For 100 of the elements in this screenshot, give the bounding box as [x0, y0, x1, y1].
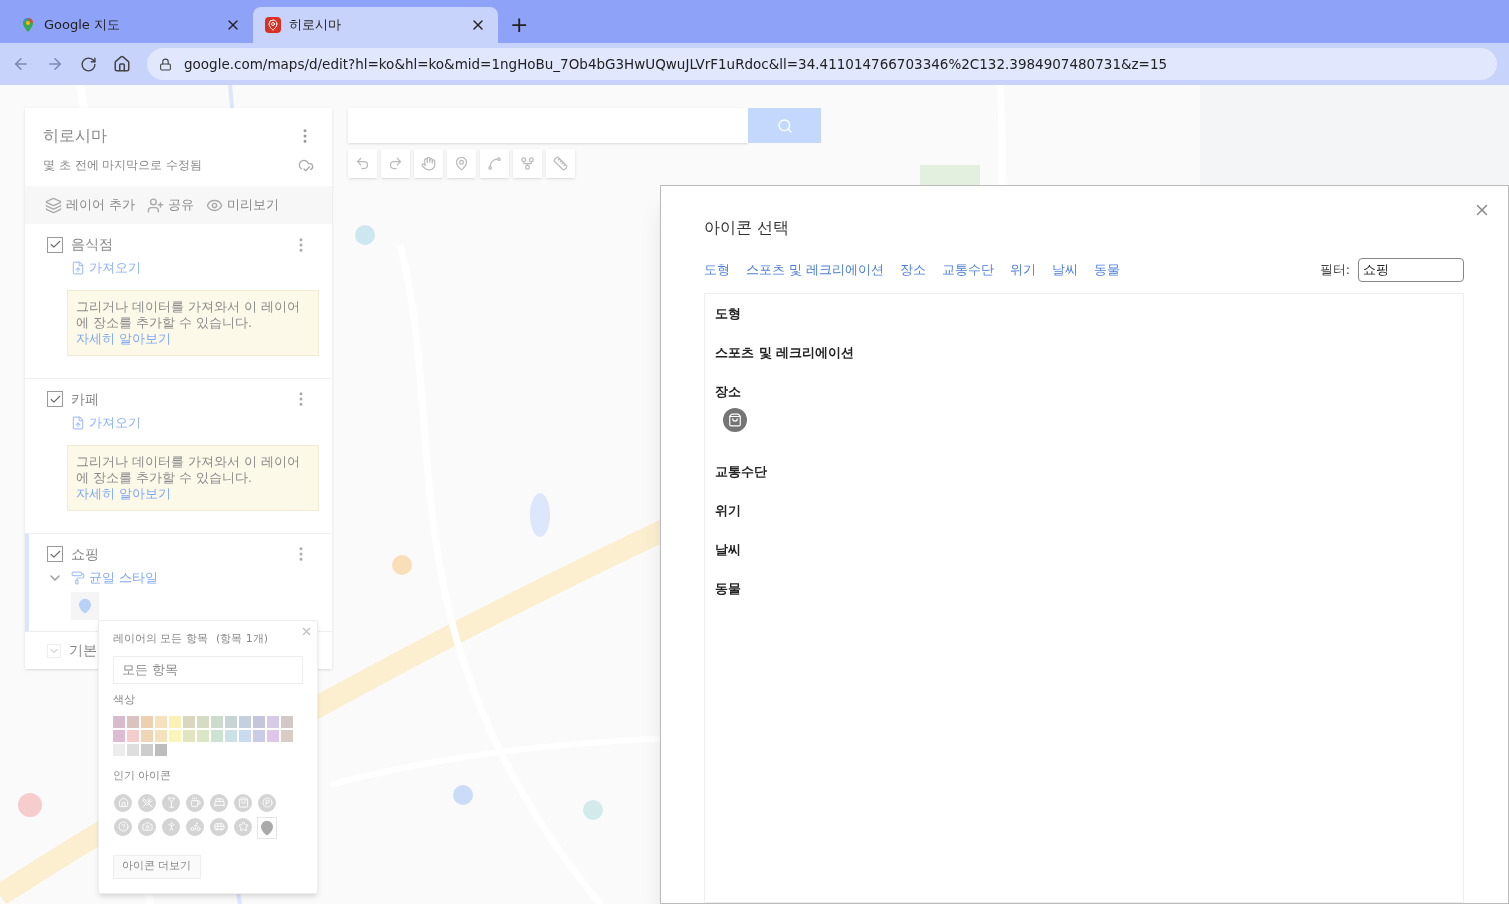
pin-icon[interactable] [257, 816, 277, 839]
cloud-check-icon [298, 157, 314, 173]
color-swatch[interactable] [239, 730, 251, 742]
fork-knife-icon[interactable] [138, 793, 156, 812]
bed-icon[interactable] [210, 793, 228, 812]
home-icon[interactable] [113, 55, 131, 73]
reload-icon[interactable] [80, 55, 97, 73]
color-swatch[interactable] [141, 716, 153, 728]
bike-icon[interactable] [186, 817, 204, 836]
last-edited-text: 몇 초 전에 마지막으로 수정됨 [43, 157, 203, 174]
search-icon [776, 117, 793, 134]
color-swatch[interactable] [253, 716, 265, 728]
browser-tab[interactable]: Google 지도 [8, 7, 253, 43]
color-swatch[interactable] [127, 716, 139, 728]
category-link[interactable]: 날씨 [1051, 260, 1078, 280]
color-swatch[interactable] [155, 744, 167, 756]
color-swatch[interactable] [113, 730, 125, 742]
icons-label: 인기 아이콘 [113, 768, 173, 784]
learn-more-link[interactable]: 자세히 알아보기 [76, 485, 171, 501]
color-swatch[interactable] [267, 730, 279, 742]
checkbox[interactable] [47, 236, 63, 253]
base-layer-name[interactable]: 기본 [69, 640, 97, 662]
section-heading: 위기 [715, 501, 742, 520]
color-swatch[interactable] [141, 730, 153, 742]
camera-icon[interactable] [138, 817, 156, 836]
color-swatch[interactable] [127, 744, 139, 756]
color-swatch[interactable] [225, 730, 237, 742]
parking-icon[interactable] [258, 793, 276, 812]
category-link[interactable]: 도형 [704, 260, 730, 280]
back-icon[interactable] [12, 55, 30, 73]
add-person-icon [147, 196, 164, 214]
map-search-field[interactable] [348, 108, 748, 143]
forward-icon[interactable] [46, 55, 64, 73]
color-swatch[interactable] [155, 716, 167, 728]
question-icon[interactable] [114, 817, 132, 836]
category-link[interactable]: 장소 [899, 260, 926, 280]
layer-name[interactable]: 카페 [71, 388, 284, 410]
search-button[interactable] [748, 108, 821, 143]
color-swatch[interactable] [225, 716, 237, 728]
action-button[interactable]: 공유 [147, 195, 194, 215]
tab-title: 히로시마 [289, 16, 342, 35]
ruler-icon[interactable] [546, 149, 575, 178]
color-swatch[interactable] [169, 730, 181, 742]
layer-name[interactable]: 쇼핑 [71, 543, 284, 565]
filter-field[interactable]: 쇼핑 [1358, 258, 1464, 282]
color-swatch[interactable] [239, 716, 251, 728]
action-button[interactable]: 레이어 추가 [45, 195, 135, 215]
color-swatch[interactable] [141, 744, 153, 756]
color-swatch[interactable] [183, 716, 195, 728]
category-link[interactable]: 동물 [1093, 260, 1120, 280]
category-link[interactable]: 위기 [1009, 260, 1036, 280]
browser-tab[interactable]: 히로시마 [253, 7, 498, 43]
import-link[interactable]: 가져오기 [71, 413, 141, 433]
color-swatch[interactable] [113, 716, 125, 728]
checkbox[interactable] [47, 391, 63, 408]
color-swatch[interactable] [155, 730, 167, 742]
section-heading: 장소 [715, 383, 742, 401]
map-pin-icon [265, 17, 281, 33]
learn-more-link[interactable]: 자세히 알아보기 [76, 330, 171, 346]
house-icon[interactable] [114, 793, 132, 812]
color-swatch[interactable] [253, 730, 265, 742]
hint-text: 그리거나 데이터를 가져와서 이 레이어에 장소를 추가할 수 있습니다. 자세히 알아보기 [76, 298, 301, 347]
color-swatch[interactable] [169, 716, 181, 728]
pin-icon[interactable] [71, 592, 99, 621]
cup-icon[interactable] [186, 793, 204, 812]
url-field[interactable]: google.com/maps/d/edit?hl=ko&hl=ko&mid=1ngHoBu_7Ob4bG3HwUQwuJLVrF1uRdoc&ll=34.411014766703346%2C132.3984907480731&z=15 [147, 48, 1497, 80]
color-swatch[interactable] [281, 716, 293, 728]
label-field[interactable]: 모든 항목 [113, 655, 303, 684]
paint-roller-icon [71, 570, 85, 585]
dropdown-icon[interactable] [47, 643, 61, 658]
checkbox[interactable] [47, 546, 63, 562]
color-swatch[interactable] [267, 716, 279, 728]
category-link[interactable]: 스포츠 및 레크리에이션 [746, 260, 884, 280]
hand-icon[interactable] [414, 149, 443, 178]
action-button[interactable]: 미리보기 [206, 195, 279, 215]
color-swatch[interactable] [127, 730, 139, 742]
undo-icon[interactable] [348, 149, 377, 178]
map-logo-icon [20, 17, 36, 33]
route-icon[interactable] [513, 149, 542, 178]
color-swatch[interactable] [211, 716, 223, 728]
layer-name[interactable]: 음식점 [71, 234, 284, 255]
marker-icon[interactable] [447, 149, 476, 178]
color-swatch[interactable] [211, 730, 223, 742]
new-tab-button[interactable]: + [498, 7, 541, 43]
more-icons-button[interactable]: 아이콘 더보기 [113, 854, 201, 879]
color-swatch[interactable] [197, 730, 209, 742]
color-swatch[interactable] [183, 730, 195, 742]
bus-icon[interactable] [210, 817, 228, 836]
style-link[interactable]: 균일 스타일 [71, 568, 158, 588]
layers-icon [45, 196, 62, 214]
hint-text: 그리거나 데이터를 가져와서 이 레이어에 장소를 추가할 수 있습니다. 자세히 알아보기 [76, 453, 301, 502]
cocktail-icon[interactable] [162, 793, 180, 812]
color-swatch[interactable] [197, 716, 209, 728]
color-label: 색상 [113, 691, 136, 708]
import-link[interactable]: 가져오기 [71, 259, 141, 278]
shopping-bag-icon[interactable] [723, 407, 747, 432]
person-icon[interactable] [162, 817, 180, 836]
category-link[interactable]: 교통수단 [941, 260, 994, 280]
color-swatch[interactable] [281, 730, 293, 742]
redo-icon[interactable] [381, 149, 410, 178]
